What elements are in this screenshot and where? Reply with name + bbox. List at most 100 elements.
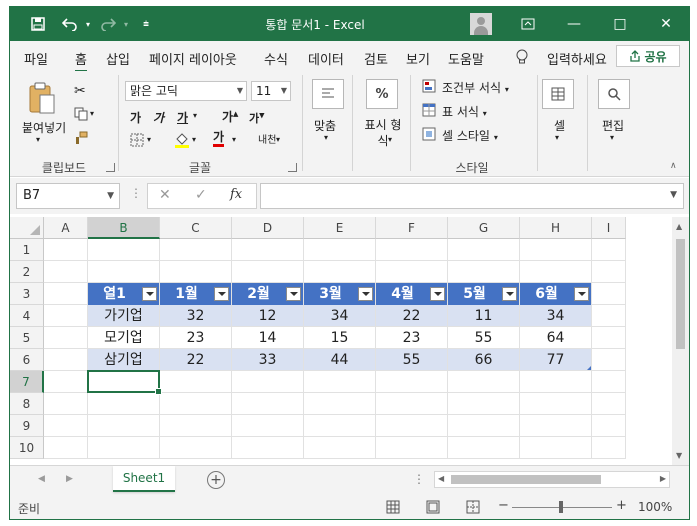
collapse-ribbon-icon[interactable]: ∧ bbox=[670, 161, 677, 171]
table-cell[interactable]: 66 bbox=[448, 349, 519, 370]
font-color-dropdown-icon[interactable]: ▾ bbox=[232, 135, 236, 144]
table-cell[interactable]: 14 bbox=[232, 327, 303, 348]
add-sheet-icon[interactable]: + bbox=[207, 471, 225, 489]
row-header-10[interactable]: 10 bbox=[10, 437, 44, 459]
table-cell[interactable]: 32 bbox=[160, 305, 231, 326]
share-button[interactable]: 공유 bbox=[616, 45, 680, 67]
table-cell[interactable]: 12 bbox=[232, 305, 303, 326]
italic-button[interactable]: 가 bbox=[153, 109, 164, 126]
row-header-8[interactable]: 8 bbox=[10, 393, 44, 415]
paste-label[interactable]: 붙여넣기 bbox=[22, 119, 66, 136]
row-header-5[interactable]: 5 bbox=[10, 327, 44, 349]
zoom-slider-thumb[interactable] bbox=[559, 501, 563, 513]
insert-function-icon[interactable]: fx bbox=[230, 187, 242, 202]
font-launcher-icon[interactable] bbox=[288, 163, 297, 172]
filter-dropdown-icon[interactable] bbox=[214, 287, 229, 301]
alignment-button[interactable]: 맞춤 bbox=[314, 117, 336, 134]
row-header-1[interactable]: 1 bbox=[10, 239, 44, 261]
restore-button[interactable]: □ bbox=[597, 7, 643, 41]
row-header-7[interactable]: 7 bbox=[10, 371, 44, 393]
cell-styles-button[interactable]: 셀 스타일 ▾ bbox=[442, 127, 498, 144]
zoom-level[interactable]: 100% bbox=[638, 500, 672, 514]
column-header-b[interactable]: B bbox=[88, 217, 160, 239]
table-resize-handle[interactable] bbox=[587, 366, 591, 370]
column-header-e[interactable]: E bbox=[304, 217, 376, 239]
scroll-right-icon[interactable]: ▶ bbox=[660, 474, 666, 483]
zoom-in-button[interactable]: + bbox=[616, 498, 627, 513]
table-header-cell[interactable]: 1월 bbox=[160, 283, 231, 305]
table-header-cell[interactable]: 6월 bbox=[520, 283, 591, 305]
table-cell[interactable]: 22 bbox=[160, 349, 231, 370]
vertical-scrollbar[interactable]: ▲ ▼ bbox=[672, 217, 689, 465]
table-cell[interactable]: 23 bbox=[160, 327, 231, 348]
page-layout-view-icon[interactable] bbox=[426, 500, 440, 517]
table-header-cell[interactable]: 3월 bbox=[304, 283, 375, 305]
zoom-out-button[interactable]: − bbox=[498, 498, 509, 513]
format-table-button[interactable]: 표 서식 ▾ bbox=[442, 103, 487, 120]
account-avatar[interactable] bbox=[470, 13, 492, 35]
expand-formula-icon[interactable]: ▼ bbox=[670, 190, 677, 200]
tab-review[interactable]: 검토 bbox=[364, 49, 388, 68]
underline-button[interactable]: 가 bbox=[177, 109, 188, 126]
scroll-up-icon[interactable]: ▲ bbox=[676, 222, 682, 231]
table-cell[interactable]: 33 bbox=[232, 349, 303, 370]
column-header-a[interactable]: A bbox=[44, 217, 88, 239]
filter-dropdown-icon[interactable] bbox=[574, 287, 589, 301]
scroll-down-icon[interactable]: ▼ bbox=[676, 451, 682, 460]
copy-icon[interactable] bbox=[74, 107, 88, 124]
number-format-button[interactable]: 표시 형식 bbox=[362, 117, 404, 149]
conditional-format-icon[interactable] bbox=[422, 79, 436, 96]
name-box[interactable]: B7 ▼ bbox=[16, 183, 120, 209]
table-cell[interactable]: 55 bbox=[376, 349, 447, 370]
alignment-icon[interactable] bbox=[312, 79, 344, 109]
ribbon-display-options-icon[interactable] bbox=[505, 7, 551, 41]
prev-sheet-icon[interactable]: ◀ bbox=[38, 474, 45, 484]
row-header-9[interactable]: 9 bbox=[10, 415, 44, 437]
tab-help[interactable]: 도움말 bbox=[448, 49, 484, 68]
bold-button[interactable]: 가 bbox=[130, 109, 141, 126]
customize-qat-icon[interactable]: ⩧ bbox=[134, 7, 158, 41]
horizontal-scrollbar[interactable]: ◀ ▶ bbox=[434, 471, 670, 488]
table-cell[interactable]: 22 bbox=[376, 305, 447, 326]
worksheet-grid[interactable]: A B C D E F G H I 1 2 3 4 5 6 7 8 9 10 열1 1월 2월 3월 4월 5월 6월 가기업 32 1… bbox=[10, 217, 689, 465]
cut-icon[interactable]: ✂ bbox=[74, 83, 86, 99]
row-header-4[interactable]: 4 bbox=[10, 305, 44, 327]
table-cell[interactable]: 34 bbox=[520, 305, 591, 326]
formula-input[interactable]: ▼ bbox=[260, 183, 684, 209]
scroll-thumb[interactable] bbox=[451, 475, 601, 484]
table-row-label[interactable]: 가기업 bbox=[88, 305, 159, 326]
alignment-dropdown-icon[interactable]: ▾ bbox=[324, 133, 328, 142]
lightbulb-icon[interactable] bbox=[516, 49, 528, 69]
cell-styles-icon[interactable] bbox=[422, 127, 436, 144]
font-color-button[interactable]: 가 bbox=[213, 130, 225, 147]
tab-home[interactable]: 홈 bbox=[75, 49, 87, 72]
table-header-cell[interactable]: 열1 bbox=[88, 283, 159, 305]
table-cell[interactable]: 77 bbox=[520, 349, 591, 370]
cells-icon[interactable] bbox=[542, 79, 574, 109]
cells-button[interactable]: 셀 bbox=[554, 117, 565, 134]
phonetic-button[interactable]: 내천 bbox=[258, 131, 276, 146]
column-header-h[interactable]: H bbox=[520, 217, 592, 239]
minimize-button[interactable]: — bbox=[551, 7, 597, 41]
percent-icon[interactable]: % bbox=[366, 79, 398, 109]
cells-dropdown-icon[interactable]: ▾ bbox=[555, 133, 559, 142]
editing-dropdown-icon[interactable]: ▾ bbox=[610, 133, 614, 142]
filter-dropdown-icon[interactable] bbox=[358, 287, 373, 301]
filter-dropdown-icon[interactable] bbox=[286, 287, 301, 301]
borders-icon[interactable] bbox=[130, 133, 144, 150]
table-header-cell[interactable]: 4월 bbox=[376, 283, 447, 305]
paste-icon[interactable] bbox=[28, 81, 56, 115]
phonetic-dropdown-icon[interactable]: ▾ bbox=[276, 135, 280, 144]
shrink-font-button[interactable]: 가▼ bbox=[249, 110, 265, 126]
next-sheet-icon[interactable]: ▶ bbox=[66, 474, 73, 484]
borders-dropdown-icon[interactable]: ▾ bbox=[147, 135, 151, 144]
clipboard-launcher-icon[interactable] bbox=[106, 163, 115, 172]
row-header-3[interactable]: 3 bbox=[10, 283, 44, 305]
table-cell[interactable]: 34 bbox=[304, 305, 375, 326]
scroll-left-icon[interactable]: ◀ bbox=[438, 474, 444, 483]
row-header-6[interactable]: 6 bbox=[10, 349, 44, 371]
conditional-format-button[interactable]: 조건부 서식 ▾ bbox=[442, 79, 509, 96]
tab-view[interactable]: 보기 bbox=[406, 49, 430, 68]
column-header-c[interactable]: C bbox=[160, 217, 232, 239]
column-header-d[interactable]: D bbox=[232, 217, 304, 239]
